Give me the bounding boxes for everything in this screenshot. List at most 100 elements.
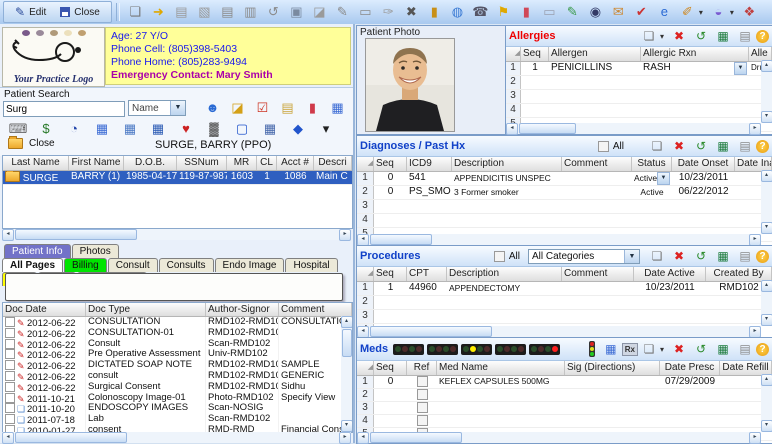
- doc-checkbox[interactable]: [5, 371, 15, 381]
- col-comment[interactable]: Comment: [562, 157, 632, 171]
- patient-edit-icon[interactable]: ☻: [200, 97, 225, 119]
- scroll-down-icon[interactable]: ▾: [761, 420, 772, 432]
- col-allergen[interactable]: Allergen: [549, 47, 641, 61]
- scroll-down-icon[interactable]: ▾: [761, 111, 772, 123]
- traffic-light-icon[interactable]: [589, 341, 595, 357]
- calendar-search-icon[interactable]: ▦: [88, 118, 116, 140]
- delete-record-icon[interactable]: ✖: [668, 342, 690, 356]
- col-last-name[interactable]: Last Name: [3, 156, 69, 170]
- diagnosis-row[interactable]: 2 0 PS_SMO 3 Former smoker Active 06/22/…: [357, 186, 772, 200]
- refresh-icon[interactable]: ↺: [690, 249, 712, 263]
- red-book-icon[interactable]: ▮: [300, 97, 325, 119]
- col-allergic-rxn[interactable]: Allergic Rxn: [641, 47, 749, 61]
- more-icon[interactable]: ▾: [312, 118, 340, 140]
- category-filter-dropdown[interactable]: All Categories ▼: [528, 249, 640, 264]
- doc-checkbox[interactable]: [5, 339, 15, 349]
- notes-icon[interactable]: ✎: [331, 1, 354, 23]
- calendar-icon[interactable]: ▦: [116, 118, 144, 140]
- tab-endo-image[interactable]: Endo Image: [215, 258, 285, 272]
- col-cl[interactable]: CL: [257, 156, 277, 170]
- doc-checkbox[interactable]: [5, 403, 15, 413]
- calendar-clock-icon[interactable]: ▦: [144, 118, 172, 140]
- doc-row[interactable]: ✎2011-10-21Colonoscopy Image-01Photo-RMD…: [3, 393, 352, 404]
- log-book-icon[interactable]: ▮: [423, 1, 446, 23]
- diamond-icon[interactable]: ◆: [284, 118, 312, 140]
- help-icon[interactable]: ?: [756, 343, 769, 356]
- documents-vscrollbar[interactable]: ▴ ▾: [341, 316, 352, 432]
- col-dob[interactable]: D.O.B.: [124, 156, 177, 170]
- scroll-up-icon[interactable]: ▴: [761, 170, 772, 182]
- print-preview-icon[interactable]: ▤: [170, 1, 193, 23]
- allergy-row-empty[interactable]: 4: [506, 104, 772, 118]
- doc-row[interactable]: ✎2012-06-22Surgical ConsentRMD102-RMD102…: [3, 382, 352, 393]
- scroll-up-icon[interactable]: ▴: [761, 374, 772, 386]
- col-date-presc[interactable]: Date Presc: [660, 361, 720, 375]
- diagnosis-row-empty[interactable]: 4: [357, 214, 772, 228]
- help-icon[interactable]: ?: [756, 250, 769, 263]
- scroll-down-icon[interactable]: ▾: [761, 222, 772, 234]
- new-record-dropdown-icon[interactable]: ▾: [660, 345, 668, 354]
- scroll-thumb[interactable]: [519, 123, 576, 134]
- ref-checkbox[interactable]: [417, 376, 428, 387]
- signature-icon[interactable]: ✑: [377, 1, 400, 23]
- col-seq[interactable]: Seq: [374, 361, 407, 375]
- scroll-right-icon[interactable]: ▸: [749, 123, 761, 135]
- col-doc-date[interactable]: Doc Date: [3, 303, 86, 316]
- procedure-row[interactable]: 1 1 44960 APPENDECTOMY 10/23/2011 RMD102: [357, 282, 772, 296]
- clipboard-icon[interactable]: ▤: [275, 97, 300, 119]
- col-ssnum[interactable]: SSNum: [177, 156, 227, 170]
- power-icon[interactable]: ◒: [707, 1, 730, 23]
- col-date-inactive[interactable]: Date Ina: [735, 157, 772, 171]
- heart-icon[interactable]: ♥: [172, 118, 200, 140]
- new-record-icon[interactable]: ❏: [646, 249, 668, 263]
- print-icon[interactable]: ▤: [734, 342, 756, 356]
- col-sig[interactable]: Sig (Directions): [565, 361, 660, 375]
- ref-checkbox[interactable]: [417, 402, 428, 413]
- billing-icon[interactable]: $: [32, 118, 60, 140]
- doc-checkbox[interactable]: [5, 328, 15, 338]
- med-row-empty[interactable]: 3: [357, 402, 772, 415]
- allergies-hscrollbar[interactable]: ◂▸: [506, 123, 761, 134]
- exit-icon[interactable]: ❖: [738, 1, 761, 23]
- doc-checkbox[interactable]: [5, 360, 15, 370]
- scroll-thumb[interactable]: [342, 329, 352, 357]
- delete-record-icon[interactable]: ✖: [668, 249, 690, 263]
- help-icon[interactable]: ?: [756, 140, 769, 153]
- scroll-up-icon[interactable]: ▴: [341, 316, 353, 328]
- col-comment[interactable]: Comment: [562, 267, 634, 281]
- doc-row[interactable]: ✎2012-06-22DICTATED SOAP NOTERMD102-RMD1…: [3, 360, 352, 371]
- allergy-row-empty[interactable]: 2: [506, 76, 772, 90]
- col-alle[interactable]: Alle: [749, 47, 772, 61]
- phone-icon[interactable]: ☎: [469, 1, 492, 23]
- chevron-down-icon[interactable]: ▼: [657, 172, 670, 185]
- scroll-left-icon[interactable]: ◂: [357, 326, 369, 338]
- close-button[interactable]: Close: [53, 6, 107, 19]
- ref-checkbox[interactable]: [417, 415, 428, 426]
- tab-patient-info[interactable]: Patient Info: [4, 244, 71, 258]
- dropdown-arrow-icon[interactable]: ▾: [699, 8, 707, 17]
- help-icon[interactable]: ?: [756, 30, 769, 43]
- printer-icon[interactable]: ▤: [216, 1, 239, 23]
- col-descri[interactable]: Descri: [314, 156, 352, 170]
- scroll-thumb[interactable]: [370, 326, 492, 337]
- export-icon[interactable]: ▦: [712, 342, 734, 356]
- new-record-icon[interactable]: ❏: [638, 342, 660, 356]
- tab-billing[interactable]: Billing: [64, 258, 107, 272]
- rx-icon[interactable]: Rx: [622, 343, 638, 356]
- tab-consults[interactable]: Consults: [159, 258, 214, 272]
- calculator-icon[interactable]: ▢: [228, 118, 256, 140]
- transfer-icon[interactable]: ↺: [262, 1, 285, 23]
- scroll-thumb[interactable]: [370, 234, 432, 245]
- grid-corner[interactable]: ◢: [357, 267, 374, 281]
- refresh-icon[interactable]: ↺: [690, 29, 712, 43]
- doc-row[interactable]: ❏2011-07-18LabScan-RMD102: [3, 414, 352, 425]
- folder-view-icon[interactable]: ◪: [308, 1, 331, 23]
- procedures-vscrollbar[interactable]: ▴▾: [761, 280, 772, 326]
- doc-checkbox[interactable]: [5, 317, 15, 327]
- export-icon[interactable]: ▦: [712, 249, 734, 263]
- col-icd9[interactable]: ICD9: [407, 157, 452, 171]
- scroll-left-icon[interactable]: ◂: [506, 123, 518, 135]
- meds-vscrollbar[interactable]: ▴▾: [761, 374, 772, 432]
- scroll-up-icon[interactable]: ▴: [761, 280, 772, 292]
- scroll-right-icon[interactable]: ▸: [749, 432, 761, 444]
